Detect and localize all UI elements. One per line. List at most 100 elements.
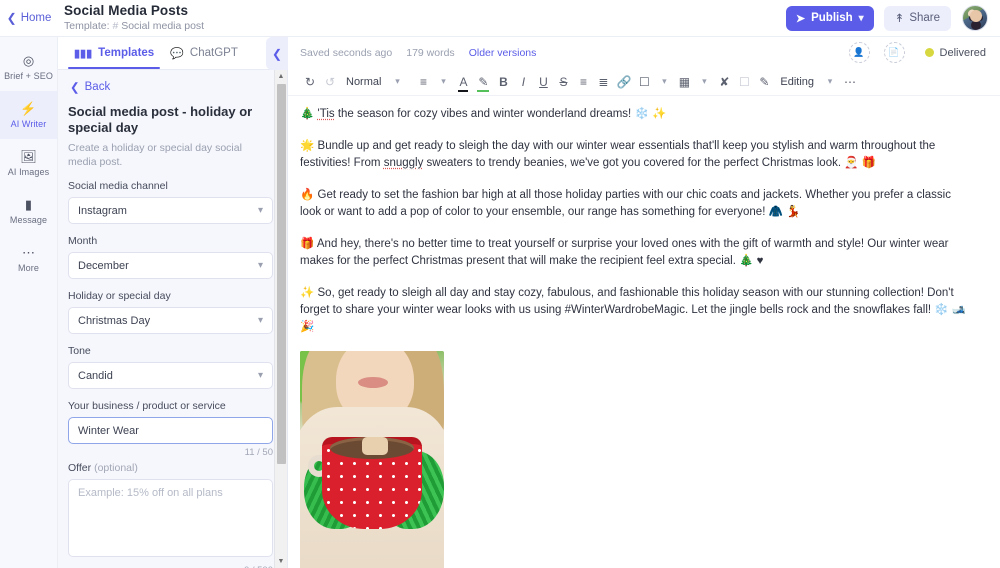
document-image[interactable]: [300, 351, 444, 568]
status-dot: [924, 48, 934, 57]
template-description: Create a holiday or special day social m…: [68, 142, 242, 168]
saved-status: Saved seconds ago: [300, 46, 393, 59]
rail-item-ai-writer[interactable]: ⚡ AI Writer: [0, 91, 57, 139]
underline-icon[interactable]: U: [533, 71, 553, 93]
numbered-list-icon[interactable]: ≣: [593, 71, 613, 93]
business-input[interactable]: [68, 417, 273, 444]
tab-label: Templates: [98, 47, 155, 59]
more-options-icon[interactable]: ⋯: [840, 71, 860, 93]
link-icon[interactable]: 🔗: [613, 71, 634, 93]
chat-bubbles-icon: 💬: [170, 47, 184, 60]
add-person-icon[interactable]: 👤: [848, 42, 870, 63]
pencil-icon[interactable]: ✎: [754, 71, 774, 93]
grid-columns-icon: ▮▮▮: [74, 47, 93, 60]
field-business: Your business / product or service 11 / …: [68, 400, 273, 458]
text-color-icon[interactable]: A: [453, 71, 473, 93]
publish-button[interactable]: ➤ Publish ▾: [785, 5, 874, 31]
bullet-list-icon[interactable]: ≡: [573, 71, 593, 93]
add-file-icon[interactable]: 📄: [883, 42, 905, 63]
page-title: Social Media Posts: [64, 3, 189, 18]
insert-image-icon[interactable]: ☐: [634, 71, 654, 93]
share-upload-icon: ↟: [894, 13, 905, 25]
paragraph-1: 🎄 'Tis the season for cozy vibes and win…: [300, 106, 974, 123]
chevron-down-icon: ▾: [858, 12, 864, 24]
bold-icon[interactable]: B: [493, 71, 513, 93]
highlighter-icon[interactable]: ✎: [473, 71, 493, 93]
image-lips: [358, 377, 388, 388]
italic-icon[interactable]: I: [513, 71, 533, 93]
publish-label: Publish: [811, 12, 853, 24]
template-prefix: Template:: [64, 20, 110, 32]
document-body[interactable]: 🎄 'Tis the season for cozy vibes and win…: [288, 96, 1000, 568]
chevron-down-icon[interactable]: ▾: [694, 71, 714, 93]
back-button[interactable]: ❮ Back: [68, 80, 273, 94]
add-comment-icon[interactable]: ☐: [734, 71, 754, 93]
tab-chatgpt[interactable]: 💬 ChatGPT: [162, 37, 246, 69]
top-bar: ❮ Home Social Media Posts Template: # So…: [0, 0, 1000, 37]
spellcheck-word: 'Tis: [317, 108, 335, 120]
chevron-down-icon[interactable]: ▾: [433, 71, 453, 93]
redo-icon[interactable]: ↺: [320, 71, 340, 93]
share-button[interactable]: ↟ Share: [883, 5, 951, 31]
editing-mode-label[interactable]: Editing: [774, 71, 820, 93]
rail-item-ai-images[interactable]: 🖼 AI Images: [0, 139, 57, 187]
older-versions-link[interactable]: Older versions: [469, 47, 537, 59]
undo-icon[interactable]: ↻: [300, 71, 320, 93]
status-badge: Delivered: [924, 46, 986, 59]
rail-item-message[interactable]: ▮ Message: [0, 187, 57, 235]
rail-label: AI Images: [7, 166, 50, 177]
month-select[interactable]: December ▾: [68, 252, 273, 279]
avatar[interactable]: [962, 5, 988, 31]
align-icon[interactable]: ≡: [413, 71, 433, 93]
chat-bubble-icon: ▮: [24, 196, 33, 212]
holiday-select[interactable]: Christmas Day ▾: [68, 307, 273, 334]
field-label: Holiday or special day: [68, 290, 171, 302]
chevron-left-icon: ❮: [6, 11, 17, 25]
back-label: Back: [84, 81, 111, 93]
star-emoji-icon: 🌟: [300, 140, 315, 152]
select-value: Candid: [78, 369, 113, 382]
clear-formatting-icon[interactable]: ✘: [714, 71, 734, 93]
table-icon[interactable]: ▦: [674, 71, 694, 93]
panel-scrollbar[interactable]: ▲ ▼: [274, 70, 287, 568]
field-label: Your business / product or service: [68, 400, 226, 412]
rail-item-brief-seo[interactable]: ◎ Brief + SEO: [0, 43, 57, 91]
chevron-left-icon: ❮: [70, 82, 80, 94]
collapse-panel-button[interactable]: ❮: [266, 37, 288, 70]
social-media-channel-select[interactable]: Instagram ▾: [68, 197, 273, 224]
panel-content: ❮ Back Social media post - holiday or sp…: [58, 70, 287, 568]
chevron-down-icon: ▾: [257, 315, 263, 326]
left-rail: ◎ Brief + SEO ⚡ AI Writer 🖼 AI Images ▮ …: [0, 37, 58, 568]
field-label: Offer (optional): [68, 462, 273, 474]
scroll-up-arrow[interactable]: ▲: [275, 70, 287, 83]
field-tone: Tone Candid ▾: [68, 345, 273, 389]
scrollbar-thumb[interactable]: [276, 84, 286, 464]
status-label: Delivered: [939, 46, 986, 59]
tab-templates[interactable]: ▮▮▮ Templates: [66, 37, 162, 69]
offer-textarea[interactable]: [68, 479, 273, 557]
tone-select[interactable]: Candid ▾: [68, 362, 273, 389]
spellcheck-word: snuggly: [383, 157, 424, 169]
editor-pane: Saved seconds ago 179 words Older versio…: [288, 37, 1000, 568]
word-count: 179 words: [406, 46, 455, 59]
select-value: Christmas Day: [78, 314, 151, 327]
paragraph-2-text-b: sweaters to trendy beanies, we've got yo…: [423, 157, 877, 169]
rail-label: AI Writer: [10, 118, 47, 129]
strikethrough-icon[interactable]: S: [553, 71, 573, 93]
panel-tabs: ▮▮▮ Templates 💬 ChatGPT ❮: [58, 37, 288, 70]
home-link[interactable]: ❮ Home: [0, 0, 58, 36]
chevron-down-icon[interactable]: ▾: [820, 71, 840, 93]
tree-emoji-icon: 🎄: [300, 108, 315, 120]
field-label: Tone: [68, 345, 91, 357]
editor-toolbar: ↻ ↺ Normal ▾ ≡ ▾ A ✎ B I U S ≡ ≣ 🔗 ☐ ▾ ▦…: [288, 68, 1000, 96]
field-label: Month: [68, 235, 98, 247]
paragraph-style-select[interactable]: Normal: [340, 71, 387, 93]
template-panel: ▮▮▮ Templates 💬 ChatGPT ❮ ❮ Back Social …: [58, 37, 288, 568]
rail-label: Message: [9, 214, 48, 225]
scroll-down-arrow[interactable]: ▼: [275, 555, 287, 568]
chevron-down-icon[interactable]: ▾: [387, 71, 407, 93]
chevron-down-icon[interactable]: ▾: [654, 71, 674, 93]
chevron-down-icon: ▾: [257, 370, 263, 381]
rail-item-more[interactable]: ⋯ More: [0, 235, 57, 283]
business-char-count: 11 / 50: [244, 447, 273, 458]
